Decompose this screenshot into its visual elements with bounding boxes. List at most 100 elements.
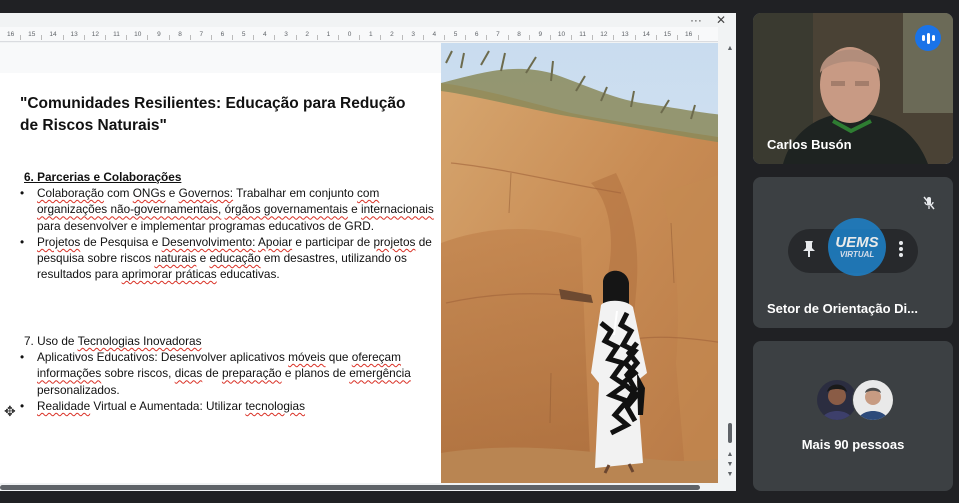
ruler-tick: 15 [21,31,43,40]
spellcheck-word: ONGs [132,186,166,201]
spellcheck-word: Desenvolvimento: [161,234,256,249]
spellcheck-word: aprimorar práticas [121,267,217,282]
scroll-down-icon[interactable]: ▼ [726,461,734,468]
ruler-tick: 10 [551,31,573,40]
more-participants-tile[interactable]: Mais 90 pessoas [753,341,953,491]
ruler-tick: 14 [42,31,64,40]
text-run: educativas. [216,267,280,282]
horizontal-scrollbar[interactable] [0,483,724,491]
ruler-tick: 9 [530,31,552,40]
scroll-down-icon[interactable]: ▼ [726,471,734,478]
avatar [852,379,894,421]
text-run: com [103,186,133,201]
list-item: Aplicativos Educativos: Desenvolver apli… [20,349,435,398]
ruler-tick: 1 [360,31,382,40]
spellcheck-word: projetos [373,234,416,249]
ruler-tick: 5 [445,31,467,40]
mic-off-icon [917,191,941,215]
text-run: Virtual e Aumentada: Utilizar [90,398,246,413]
ruler-tick: 13 [64,31,85,40]
ruler-tick: 6 [212,31,234,40]
ruler-tick: 13 [614,31,636,40]
spellcheck-word: internacionais [360,202,434,217]
participant-tile-speaker[interactable]: Carlos Busón [753,13,953,164]
participant-name: Carlos Busón [767,137,852,152]
ruler-tick: 4 [254,31,276,40]
participant-tile-org[interactable]: UEMS VIRTUAL Setor de Orientação Di... [753,177,953,328]
text-run: e planos de [281,366,350,381]
ruler-tick: 3 [403,31,424,40]
ruler-tick: 8 [509,31,530,40]
section-heading: 7. Uso de Tecnologias Inovadoras [20,333,435,349]
ruler-tick: 9 [148,31,170,40]
text-run: e [347,202,361,217]
shared-document-window: ··· ✕ 16 15 14 13 12 11 10 9 8 7 6 5 4 3 2 1 0 1 2 3 4 5 6 7 8 9 1… [0,13,736,491]
pin-icon[interactable] [802,240,816,263]
ruler-tick: 8 [170,31,191,40]
ruler-tick: 10 [127,31,149,40]
text-run: sobre riscos, [101,366,175,381]
ruler-tick: 15 [657,31,679,40]
text-run: Trabalhar em conjunto [233,186,358,201]
spellcheck-word: educação [209,251,261,266]
list-item: Projetos de Pesquisa e Desenvolvimento: … [20,234,435,283]
text-run: e [196,251,210,266]
page-header-band [0,43,441,73]
scroll-up-icon[interactable]: ▲ [726,45,734,52]
move-cursor-icon: ✥ [4,403,16,419]
spellcheck-word: emergência [349,366,411,381]
ruler-tick: 7 [191,31,213,40]
spellcheck-word: Tecnologias Inovadoras [77,334,202,348]
org-logo: UEMS VIRTUAL [828,218,886,276]
ruler-tick: 12 [593,31,615,40]
ruler-tick: 16 [678,31,700,40]
text-run: e participar de [292,234,374,249]
ruler-tick: 6 [466,31,488,40]
bullet-list: Aplicativos Educativos: Desenvolver apli… [20,349,435,414]
ruler-tick: 5 [233,31,255,40]
ruler-tick: 12 [85,31,107,40]
bullet-list: Colaboração com ONGs e Governos: Trabalh… [20,185,435,282]
spellcheck-word: móveis [288,350,326,365]
speaking-icon [915,25,941,51]
text-run: de [202,366,222,381]
text-run: para desenvolver e implementar programas… [37,218,375,233]
spellcheck-word: naturais [154,251,197,266]
close-icon[interactable]: ✕ [716,13,726,27]
ruler-tick: 3 [275,31,297,40]
text-run: e [165,186,179,201]
document-page[interactable]: "Comunidades Resilientes: Educação para … [0,43,718,483]
spellcheck-word: preparação [221,366,282,381]
text-run: Aplicativos Educativos: Desenvolver apli… [37,350,289,365]
spellcheck-word: dicas [174,366,203,381]
spellcheck-word: Colaboração [37,186,104,201]
list-item: Realidade Virtual e Aumentada: Utilizar … [20,398,435,414]
ruler-tick: 2 [381,31,403,40]
ruler-tick: 16 [0,31,22,40]
vertical-scrollbar[interactable]: ▲ ▲ ▼ ▼ [724,43,736,491]
text-run: que [325,350,352,365]
text-run: personalizados. [37,382,120,397]
ruler-tick: 11 [106,31,128,40]
more-options-icon[interactable]: ··· [690,13,702,27]
horizontal-scroll-thumb[interactable] [0,485,700,490]
spellcheck-word: Governos: [178,186,234,201]
spellcheck-word: Apoiar [258,234,293,249]
tile-hover-controls: UEMS VIRTUAL [788,218,918,276]
spellcheck-word: Projetos [37,234,81,249]
org-logo-subtext: VIRTUAL [839,249,875,259]
avatar-group [816,379,896,421]
ruler-tick: 1 [318,31,340,40]
vertical-scroll-thumb[interactable] [728,423,732,443]
section-technologies: 7. Uso de Tecnologias Inovadoras Aplicat… [20,333,435,414]
more-vert-icon[interactable] [898,240,904,263]
section-heading: 6. Parcerias e Colaborações [24,170,182,184]
scroll-up-icon[interactable]: ▲ [726,451,734,458]
ruler-tick: 14 [636,31,658,40]
ruler-tick: 4 [424,31,446,40]
horizontal-ruler[interactable]: 16 15 14 13 12 11 10 9 8 7 6 5 4 3 2 1 0 1 2 3 4 5 6 7 8 9 10 11 12 1… [0,27,718,42]
spellcheck-word: órgãos governamentais [224,202,348,217]
window-controls: ··· ✕ [690,13,726,27]
text-run: 7. Uso de [24,334,78,348]
participant-name: Setor de Orientação Di... [767,301,918,316]
